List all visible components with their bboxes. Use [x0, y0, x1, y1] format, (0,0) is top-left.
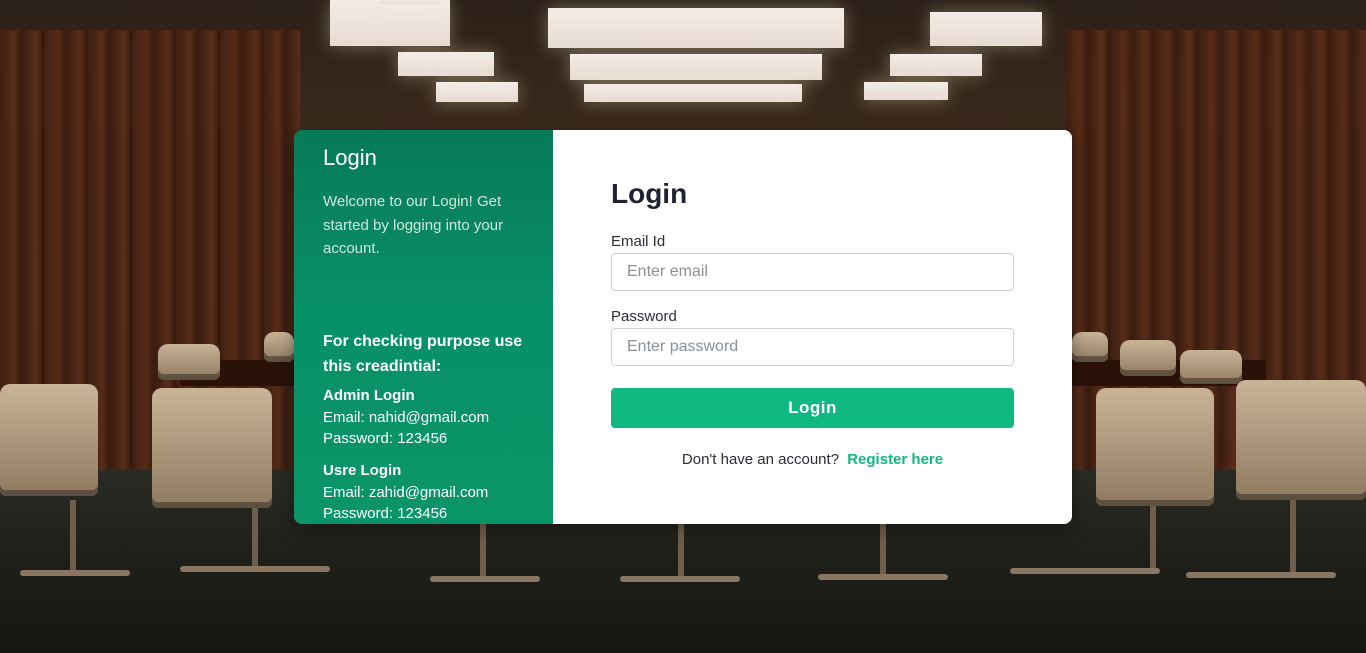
credentials-heading: For checking purpose use this creadintia… [323, 332, 523, 375]
password-field-group: Password [611, 307, 1014, 366]
chair-stem [480, 524, 486, 576]
chair-base [620, 576, 740, 582]
ceiling-light [570, 54, 822, 80]
ceiling-light [864, 82, 948, 100]
user-email: Email: zahid@gmail.com [323, 483, 489, 501]
chair [1096, 388, 1214, 506]
password-field[interactable] [611, 328, 1014, 366]
welcome-text: Welcome to our Login! Get started by log… [323, 193, 504, 257]
password-label: Password [611, 308, 677, 325]
ceiling-light [890, 54, 982, 76]
register-row: Don't have an account? Register here [611, 450, 1014, 470]
login-form: Email Id Password Login [611, 232, 1014, 428]
email-label: Email Id [611, 233, 666, 250]
admin-email: Email: nahid@gmail.com [323, 408, 490, 426]
user-credentials-title: Usre Login [323, 461, 402, 479]
admin-credentials: Admin Login Email: nahid@gmail.com Passw… [323, 385, 524, 450]
chair-stem [70, 500, 76, 570]
login-card: Login Welcome to our Login! Get started … [294, 130, 1072, 524]
chair-stem [1290, 500, 1296, 572]
register-link[interactable]: Register here [847, 451, 943, 468]
chair-base [1186, 572, 1336, 578]
chair-stem [252, 508, 258, 566]
login-button[interactable]: Login [611, 388, 1014, 428]
chair [158, 344, 220, 380]
chair-base [1010, 568, 1160, 574]
admin-password: Password: 123456 [323, 430, 448, 447]
login-form-panel: Login Email Id Password Login Don't have… [553, 130, 1072, 524]
chair-stem [678, 524, 684, 576]
chair-base [430, 576, 540, 582]
chair-stem [880, 524, 886, 574]
chair [1120, 340, 1176, 376]
ceiling-light [380, 0, 440, 4]
ceiling-light [398, 52, 494, 76]
chair [152, 388, 272, 508]
admin-credentials-title: Admin Login [323, 386, 415, 404]
chair-stem [1150, 506, 1156, 568]
chair-base [180, 566, 330, 572]
ceiling-light [548, 8, 844, 48]
chair [1180, 350, 1242, 384]
ceiling-light [330, 0, 450, 46]
email-field[interactable] [611, 253, 1014, 291]
ceiling-light [436, 82, 518, 102]
ceiling-light [930, 12, 1042, 46]
ceiling-light [584, 84, 802, 102]
user-credentials: Usre Login Email: zahid@gmail.com Passwo… [323, 460, 524, 525]
info-panel: Login Welcome to our Login! Get started … [294, 130, 553, 524]
info-panel-title: Login [323, 145, 377, 170]
chair-base [818, 574, 948, 580]
chair [1236, 380, 1366, 500]
form-title: Login [611, 178, 688, 209]
register-prompt: Don't have an account? [681, 451, 840, 468]
chair [1072, 332, 1108, 362]
email-field-group: Email Id [611, 232, 1014, 291]
chair [0, 384, 98, 496]
user-password: Password: 123456 [323, 505, 448, 522]
chair [264, 332, 294, 362]
chair-base [20, 570, 130, 576]
